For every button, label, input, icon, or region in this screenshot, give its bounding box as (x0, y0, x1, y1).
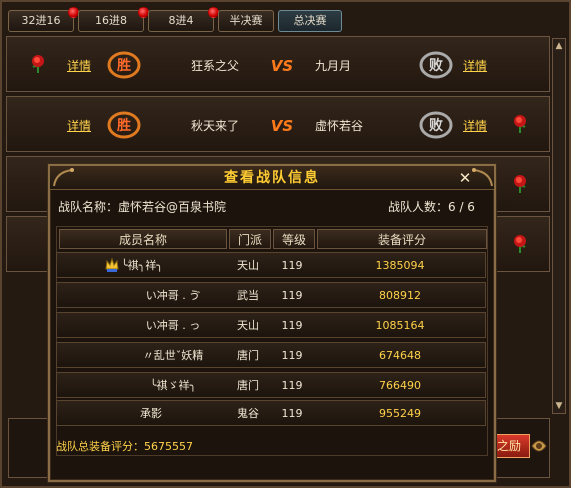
member-name: ╰祺ゞ祥╮ (149, 379, 197, 392)
tab-16-to-8[interactable]: 16进8 (78, 7, 149, 32)
column-header: 等级 (273, 229, 315, 249)
table-row[interactable]: 〃乱世ˇ妖精 唐门 119 674648 (56, 342, 486, 368)
dialog-title: 查看战队信息 (224, 170, 320, 186)
team-name-label: 战队名称：虚怀若谷@百泉书院 (58, 200, 227, 214)
member-score: 674648 (379, 349, 421, 362)
member-sect: 唐门 (237, 349, 259, 362)
rose-icon (509, 113, 531, 135)
vs-icon: VS (269, 115, 295, 135)
detail-link[interactable]: 详情 (67, 117, 91, 134)
member-name: 〃乱世ˇ妖精 (142, 349, 204, 362)
member-level: 119 (281, 379, 303, 392)
tab-label: 8进4 (168, 14, 194, 27)
rose-icon (509, 233, 531, 255)
detail-link[interactable]: 详情 (67, 57, 91, 74)
left-team-name: 狂系之父 (191, 59, 240, 73)
tab-label: 16进8 (95, 14, 127, 27)
svg-text:VS: VS (271, 117, 293, 135)
table-row[interactable]: い冲哥 . っ 天山 119 1085164 (56, 312, 486, 338)
member-sect: 天山 (237, 259, 259, 272)
rose-icon (27, 53, 49, 75)
member-level: 119 (281, 259, 303, 272)
detail-link[interactable]: 详情 (463, 57, 487, 74)
member-name: 承影 (140, 407, 162, 420)
match-row: 详情 胜 狂系之父 VS 九月月 败 详情 (6, 36, 550, 92)
member-count-label: 战队人数：6 / 6 (388, 200, 475, 214)
tab-label: 总决赛 (293, 14, 327, 27)
svg-text:VS: VS (271, 57, 293, 75)
table-row[interactable]: ╰祺ゞ祥╮ 唐门 119 766490 (56, 372, 486, 398)
right-team-name: 虚怀若谷 (315, 119, 364, 133)
member-score: 808912 (379, 289, 421, 302)
member-score: 766490 (379, 379, 421, 392)
detail-link[interactable]: 详情 (463, 117, 487, 134)
svg-text:败: 败 (429, 117, 444, 134)
column-header: 门派 (229, 229, 271, 249)
table-row[interactable]: ╰祺╮祥╮ 天山 119 1385094 (56, 252, 486, 278)
tab-semifinal[interactable]: 半决赛 (218, 10, 274, 32)
member-name: ╰祺╮祥╮ (121, 259, 163, 272)
member-score: 955249 (379, 407, 421, 420)
member-sect: 武当 (237, 289, 259, 302)
table-row[interactable]: 承影 鬼谷 119 955249 (56, 400, 486, 426)
win-badge-icon: 胜 (107, 111, 141, 139)
ornament-icon (530, 434, 548, 458)
member-score: 1085164 (375, 319, 425, 332)
member-sect: 唐门 (237, 379, 259, 392)
dialog-header: 查看战队信息 ✕ (50, 166, 494, 190)
lose-badge-icon: 败 (419, 51, 453, 79)
vs-icon: VS (269, 55, 295, 75)
tab-label: 半决赛 (229, 14, 263, 27)
member-level: 119 (281, 289, 303, 302)
scrollbar[interactable]: ▲ ▼ (552, 38, 566, 414)
member-level: 119 (281, 349, 303, 362)
tab-label: 32进16 (21, 14, 61, 27)
lose-badge-icon: 败 (419, 111, 453, 139)
table-row[interactable]: い冲哥 . ゔ 武当 119 808912 (56, 282, 486, 308)
round-tabs: 32进16 16进8 8进4 半决赛 总决赛 (8, 7, 342, 34)
member-name: い冲哥 . ゔ (145, 289, 201, 302)
scroll-down-icon[interactable]: ▼ (553, 399, 565, 413)
member-score: 1385094 (375, 259, 425, 272)
member-sect: 天山 (237, 319, 259, 332)
member-level: 119 (281, 407, 303, 420)
match-row: 详情 胜 秋天来了 VS 虚怀若谷 败 详情 (6, 96, 550, 152)
win-badge-icon: 胜 (107, 51, 141, 79)
svg-text:胜: 胜 (117, 118, 131, 134)
svg-text:败: 败 (429, 57, 444, 74)
member-name: い冲哥 . っ (145, 319, 201, 332)
svg-text:胜: 胜 (117, 58, 131, 74)
team-info-dialog: 查看战队信息 ✕ 战队名称：虚怀若谷@百泉书院 战队人数：6 / 6 成员名称 … (48, 164, 496, 482)
table-header: 成员名称 门派 等级 装备评分 (59, 229, 487, 249)
column-header: 成员名称 (59, 229, 227, 249)
member-sect: 鬼谷 (237, 407, 259, 420)
corner-ornament-icon (470, 166, 494, 190)
scroll-up-icon[interactable]: ▲ (553, 39, 565, 53)
column-header: 装备评分 (317, 229, 487, 249)
tab-8-to-4[interactable]: 8进4 (148, 7, 219, 32)
left-team-name: 秋天来了 (191, 119, 240, 133)
tab-final[interactable]: 总决赛 (278, 10, 342, 32)
member-level: 119 (281, 319, 303, 332)
team-total-score: 战队总装备评分：5675557 (56, 440, 193, 453)
right-team-name: 九月月 (315, 59, 352, 73)
rose-icon (509, 173, 531, 195)
leader-crown-icon (105, 257, 119, 273)
tab-32-to-16[interactable]: 32进16 (8, 7, 79, 32)
